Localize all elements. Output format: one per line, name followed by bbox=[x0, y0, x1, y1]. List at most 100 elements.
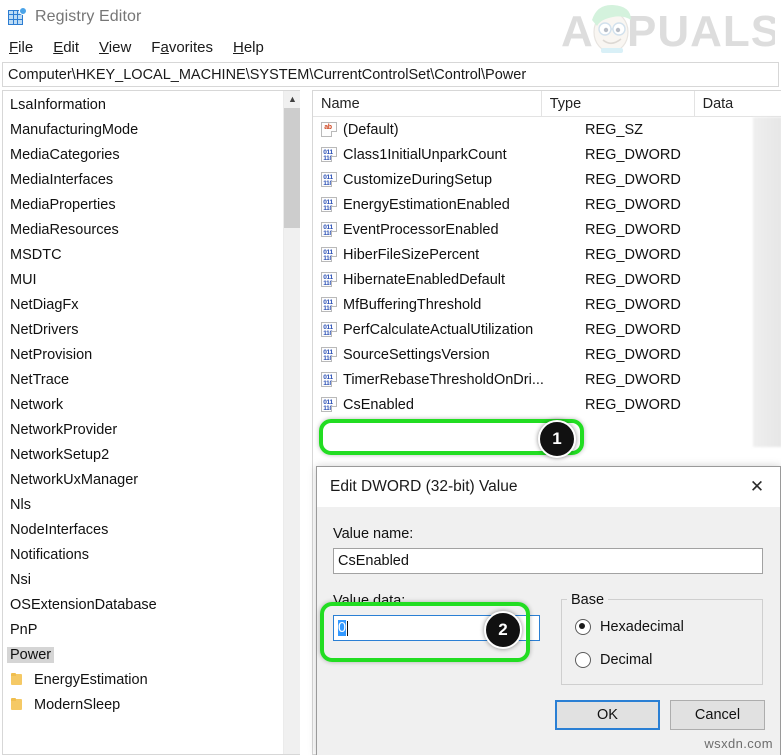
value-name-cell: 011 110 TimerRebaseThresholdOnDri... bbox=[313, 372, 577, 388]
tree-item-label: NodeInterfaces bbox=[10, 521, 109, 538]
tree-item-mediaproperties[interactable]: MediaProperties bbox=[3, 192, 282, 217]
tree-item-energyestimation[interactable]: EnergyEstimation bbox=[3, 667, 282, 692]
column-header-name[interactable]: Name bbox=[313, 91, 542, 117]
table-row[interactable]: 011 110 PerfCalculateActualUtilization REG_… bbox=[313, 317, 781, 342]
tree-item-label: LsaInformation bbox=[10, 96, 106, 113]
tree-item-networkprovider[interactable]: NetworkProvider bbox=[3, 417, 282, 442]
tree-item-manufacturingmode[interactable]: ManufacturingMode bbox=[3, 117, 282, 142]
tree-item-networksetup2[interactable]: NetworkSetup2 bbox=[3, 442, 282, 467]
ok-button[interactable]: OK bbox=[555, 700, 660, 730]
radio-decimal[interactable]: Decimal bbox=[575, 652, 652, 668]
table-row[interactable]: 011 110 EventProcessorEnabled REG_DWORD bbox=[313, 217, 781, 242]
tree-item-mui[interactable]: MUI bbox=[3, 267, 282, 292]
pane-splitter[interactable] bbox=[300, 90, 312, 755]
reg-dword-icon: 011 110 bbox=[321, 397, 337, 412]
tree-scrollbar[interactable]: ▲ bbox=[283, 91, 300, 754]
tree-item-netdiagfx[interactable]: NetDiagFx bbox=[3, 292, 282, 317]
tree-item-label: NetworkSetup2 bbox=[10, 446, 110, 463]
tree-item-mediacategories[interactable]: MediaCategories bbox=[3, 142, 282, 167]
tree-item-label: MSDTC bbox=[10, 246, 62, 263]
value-name-cell: 011 110 MfBufferingThreshold bbox=[313, 297, 577, 313]
address-bar[interactable]: Computer\HKEY_LOCAL_MACHINE\SYSTEM\Curre… bbox=[2, 62, 779, 87]
value-data-input[interactable]: 0 bbox=[333, 615, 540, 641]
table-row[interactable]: 011 110 TimerRebaseThresholdOnDri... REG_DW… bbox=[313, 367, 781, 392]
tree-item-modernsleep[interactable]: ModernSleep bbox=[3, 692, 282, 717]
registry-values-list: ab (Default) REG_SZ 011 110 Class1InitialUnpa… bbox=[313, 117, 781, 417]
tree-item-networkuxmanager[interactable]: NetworkUxManager bbox=[3, 467, 282, 492]
tree-item-nettrace[interactable]: NetTrace bbox=[3, 367, 282, 392]
value-name-cell: 011 110 EnergyEstimationEnabled bbox=[313, 197, 577, 213]
base-groupbox bbox=[561, 599, 763, 685]
menu-bar: File Edit View Favorites Help bbox=[0, 33, 781, 61]
value-name-text: HiberFileSizePercent bbox=[343, 246, 480, 263]
tree-item-lsainformation[interactable]: LsaInformation bbox=[3, 92, 282, 117]
radio-hexadecimal[interactable]: Hexadecimal bbox=[575, 619, 684, 635]
reg-dword-icon: 011 110 bbox=[321, 272, 337, 287]
value-type-cell: REG_DWORD bbox=[585, 246, 681, 263]
tree-item-msdtc[interactable]: MSDTC bbox=[3, 242, 282, 267]
table-row[interactable]: 011 110 CsEnabled REG_DWORD bbox=[313, 392, 781, 417]
column-header-type[interactable]: Type bbox=[542, 91, 695, 117]
table-row[interactable]: 011 110 SourceSettingsVersion REG_DWORD bbox=[313, 342, 781, 367]
menu-view[interactable]: View bbox=[99, 37, 140, 58]
menu-favorites[interactable]: Favorites bbox=[151, 37, 222, 58]
tree-item-label: NetDiagFx bbox=[10, 296, 79, 313]
scroll-up-icon[interactable]: ▲ bbox=[284, 91, 300, 108]
tree-item-netprovision[interactable]: NetProvision bbox=[3, 342, 282, 367]
value-name-input[interactable]: CsEnabled bbox=[333, 548, 763, 574]
tree-item-label: Notifications bbox=[10, 546, 89, 563]
reg-dword-icon: 011 110 bbox=[321, 297, 337, 312]
tree-scrollbar-thumb[interactable] bbox=[284, 108, 300, 228]
menu-edit[interactable]: Edit bbox=[53, 37, 88, 58]
tree-item-pnp[interactable]: PnP bbox=[3, 617, 282, 642]
table-row[interactable]: 011 110 MfBufferingThreshold REG_DWORD bbox=[313, 292, 781, 317]
table-row[interactable]: 011 110 HiberFileSizePercent REG_DWORD bbox=[313, 242, 781, 267]
registry-tree-list: LsaInformation ManufacturingMode MediaCate… bbox=[3, 91, 282, 717]
menu-file-rest: ile bbox=[18, 38, 34, 56]
value-name-text: Class1InitialUnparkCount bbox=[343, 146, 507, 163]
table-row[interactable]: 011 110 EnergyEstimationEnabled REG_DWORD bbox=[313, 192, 781, 217]
close-icon[interactable]: ✕ bbox=[734, 467, 780, 507]
reg-dword-icon: 011 110 bbox=[321, 347, 337, 362]
registry-editor-icon bbox=[8, 6, 27, 26]
reg-dword-icon: 011 110 bbox=[321, 322, 337, 337]
edit-dword-dialog: Edit DWORD (32-bit) Value ✕ Value name: … bbox=[316, 466, 781, 755]
tree-item-nls[interactable]: Nls bbox=[3, 492, 282, 517]
column-header-data[interactable]: Data bbox=[695, 91, 781, 117]
tree-item-nsi[interactable]: Nsi bbox=[3, 567, 282, 592]
tree-item-mediaresources[interactable]: MediaResources bbox=[3, 217, 282, 242]
reg-dword-icon: 011 110 bbox=[321, 222, 337, 237]
tree-item-label: MediaResources bbox=[10, 221, 119, 238]
value-name-text: CustomizeDuringSetup bbox=[343, 171, 493, 188]
window-title: Registry Editor bbox=[35, 7, 142, 25]
value-name-cell: 011 110 Class1InitialUnparkCount bbox=[313, 147, 577, 163]
table-row[interactable]: ab (Default) REG_SZ bbox=[313, 117, 781, 142]
menu-help[interactable]: Help bbox=[233, 37, 273, 58]
text-caret bbox=[347, 620, 349, 636]
table-row[interactable]: 011 110 CustomizeDuringSetup REG_DWORD bbox=[313, 167, 781, 192]
tree-item-notifications[interactable]: Notifications bbox=[3, 542, 282, 567]
value-name-text: EventProcessorEnabled bbox=[343, 221, 499, 238]
menu-edit-rest: dit bbox=[63, 38, 80, 56]
tree-item-nodeinterfaces[interactable]: NodeInterfaces bbox=[3, 517, 282, 542]
tree-item-netdrivers[interactable]: NetDrivers bbox=[3, 317, 282, 342]
value-name-cell: 011 110 CustomizeDuringSetup bbox=[313, 172, 577, 188]
cancel-button[interactable]: Cancel bbox=[670, 700, 765, 730]
value-type-cell: REG_DWORD bbox=[585, 196, 681, 213]
tree-item-label: NetTrace bbox=[10, 371, 70, 388]
tree-item-osextensiondatabase[interactable]: OSExtensionDatabase bbox=[3, 592, 282, 617]
registry-editor-window: Registry Editor File Edit View Favorites… bbox=[0, 0, 781, 755]
dialog-title-bar: Edit DWORD (32-bit) Value ✕ bbox=[317, 467, 780, 507]
tree-item-mediainterfaces[interactable]: MediaInterfaces bbox=[3, 167, 282, 192]
tree-item-label: Power bbox=[7, 646, 55, 663]
folder-icon bbox=[11, 698, 24, 711]
tree-item-power[interactable]: Power bbox=[3, 642, 282, 667]
table-row[interactable]: 011 110 HibernateEnabledDefault REG_DWORD bbox=[313, 267, 781, 292]
table-row[interactable]: 011 110 Class1InitialUnparkCount REG_DWORD bbox=[313, 142, 781, 167]
tree-item-label: MediaProperties bbox=[10, 196, 116, 213]
dialog-title: Edit DWORD (32-bit) Value bbox=[330, 478, 518, 495]
menu-file[interactable]: File bbox=[9, 37, 42, 58]
tree-item-label: Nsi bbox=[10, 571, 31, 588]
tree-item-network[interactable]: Network bbox=[3, 392, 282, 417]
value-name-text: CsEnabled bbox=[343, 396, 414, 413]
